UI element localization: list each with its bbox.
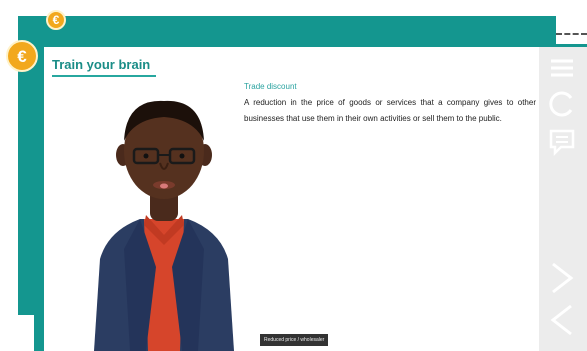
lesson-panel: Train your brain Trade discount A reduct… [44, 47, 539, 351]
next-icon[interactable] [547, 261, 577, 295]
coin-icon-small: € [46, 10, 66, 30]
menu-icon[interactable] [547, 52, 577, 82]
transcript-icon[interactable] [547, 127, 577, 157]
presenter-avatar [94, 100, 234, 351]
player-sidebar [539, 47, 587, 351]
definition-term: Trade discount [244, 82, 297, 91]
coin-icon-large: € [6, 40, 38, 72]
definition-text: A reduction in the price of goods or ser… [244, 98, 536, 123]
replay-icon[interactable] [547, 89, 577, 119]
lesson-title: Train your brain [52, 57, 151, 72]
title-underline [52, 75, 156, 77]
previous-icon[interactable] [547, 303, 577, 337]
dashed-guide-top [556, 33, 587, 35]
subtitle-caption: Reduced price / wholesaler [260, 334, 329, 346]
